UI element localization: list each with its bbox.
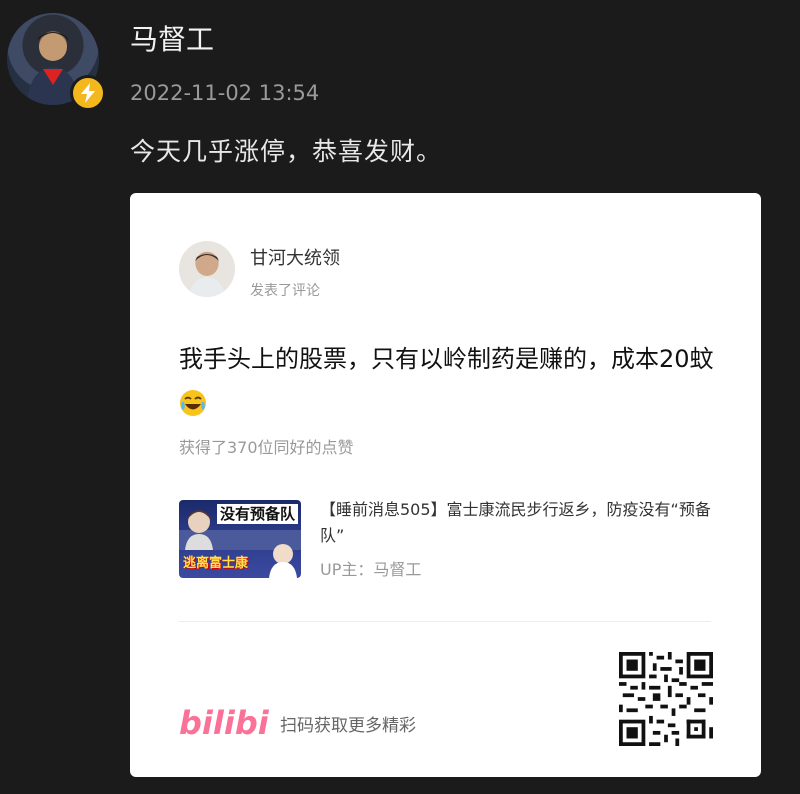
comment-text: 我手头上的股票，只有以岭制药是赚的，成本20蚊	[179, 337, 719, 431]
commenter-avatar	[179, 241, 235, 297]
comment-body: 我手头上的股票，只有以岭制药是赚的，成本20蚊	[179, 345, 714, 373]
scan-prompt: 扫码获取更多精彩	[280, 716, 416, 736]
post-text: 今天几乎涨停，恭喜发财。	[130, 137, 443, 166]
commenter-name: 甘河大统领	[250, 248, 340, 269]
video-uploader: UP主：马督工	[320, 560, 422, 579]
bilibili-logo: bilibili	[179, 703, 292, 745]
likes-count: 获得了370位同好的点赞	[179, 438, 354, 457]
commenter-photo-icon	[189, 254, 225, 297]
post-timestamp: 2022-11-02 13:54	[130, 81, 320, 105]
comment-action: 发表了评论	[250, 283, 320, 299]
username[interactable]: 马督工	[130, 22, 214, 58]
video-thumbnail[interactable]: 没有预备队 逃离富士康	[179, 500, 301, 578]
video-title[interactable]: 【睡前消息505】富士康流民步行返乡，防疫没有“预备队”	[320, 497, 720, 549]
shared-comment-card[interactable]: 甘河大统领 发表了评论 我手头上的股票，只有以岭制药是赚的，成本20蚊 获得了3…	[130, 193, 761, 777]
post: 马督工 2022-11-02 13:54 今天几乎涨停，恭喜发财。 甘河大统领 …	[0, 0, 800, 794]
logo-text: bilibili	[179, 704, 269, 741]
bilibili-logo-icon: bilibili	[179, 704, 292, 742]
laugh-cry-emoji-icon	[179, 387, 207, 431]
lightning-badge-icon	[70, 75, 106, 111]
qr-code-icon[interactable]	[619, 652, 713, 746]
divider	[179, 621, 711, 622]
user-avatar[interactable]	[7, 13, 106, 111]
thumbnail-title: 没有预备队	[217, 504, 299, 524]
thumbnail-caption: 逃离富士康	[183, 556, 249, 571]
